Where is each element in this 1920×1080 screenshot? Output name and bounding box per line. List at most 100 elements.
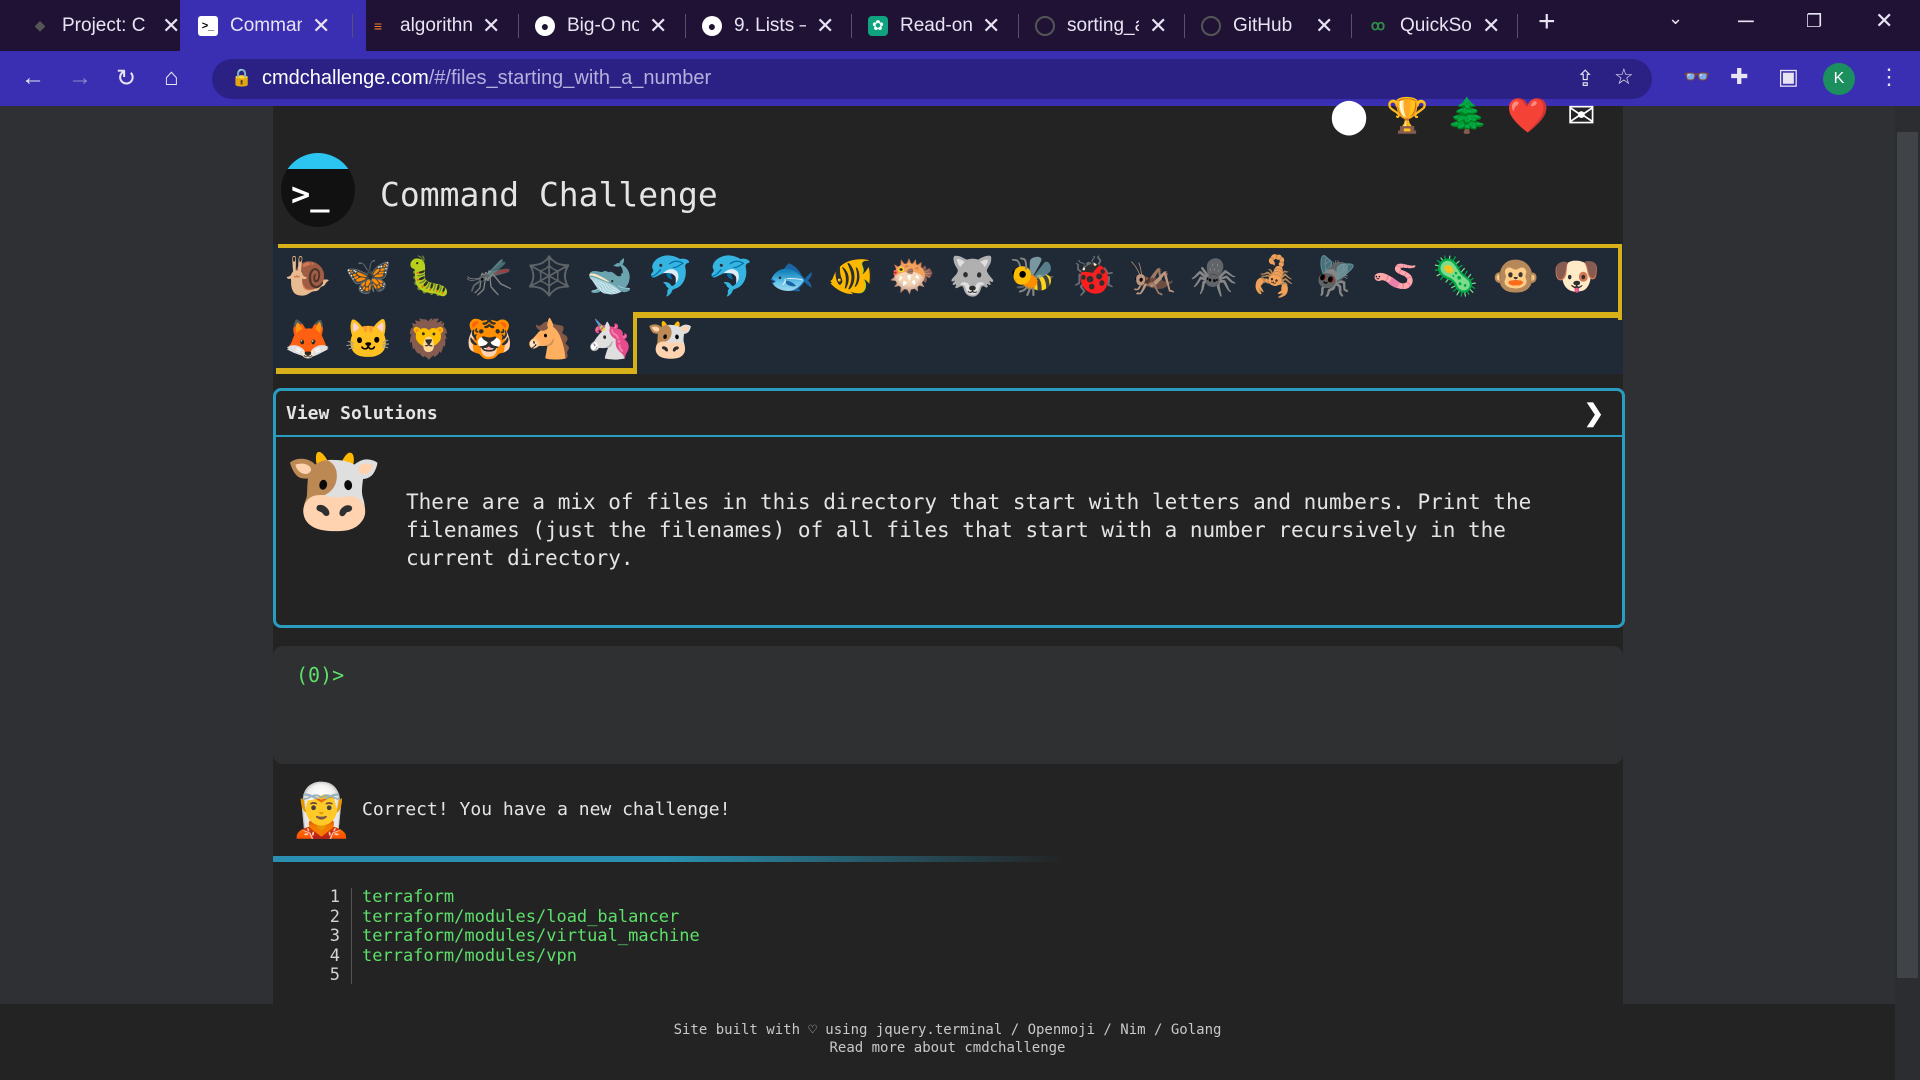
tab-search-icon[interactable]: ⌄ <box>1668 8 1683 29</box>
close-tab-icon[interactable]: ✕ <box>312 13 330 39</box>
challenge-animal-icon[interactable]: 🐬 <box>643 250 697 304</box>
tab-algorithm[interactable]: ≡ algorithn ✕ <box>368 0 501 51</box>
tab-quicksort[interactable]: ꝏ QuickSor ✕ <box>1368 0 1501 51</box>
challenge-animal-icon[interactable]: 🐯 <box>462 313 516 367</box>
challenge-animal-icon[interactable]: 🐛 <box>402 250 456 304</box>
heart-icon[interactable]: ❤️ <box>1507 96 1549 136</box>
tab-project[interactable]: ◆ Project: C ✕ <box>30 0 181 51</box>
forward-icon[interactable]: → <box>68 64 92 92</box>
header-icons: ⬤ 🏆 🌲 ❤️ ✉ <box>1330 96 1614 136</box>
challenge-animal-icon[interactable]: 🪱 <box>1368 250 1422 304</box>
tab-read-only[interactable]: ✿ Read-onl ✕ <box>868 0 1000 51</box>
close-tab-icon[interactable]: ✕ <box>162 13 180 39</box>
restore-icon[interactable]: ❐ <box>1806 11 1822 32</box>
tab-command-challenge[interactable]: >_ Comman ✕ <box>180 0 366 51</box>
close-tab-icon[interactable]: ✕ <box>649 13 667 39</box>
challenge-animal-icon[interactable]: 🦗 <box>1127 250 1181 304</box>
back-icon[interactable]: ← <box>21 64 45 92</box>
scrollbar-thumb[interactable] <box>1897 132 1918 978</box>
new-tab-button[interactable]: + <box>1538 5 1556 39</box>
close-tab-icon[interactable]: ✕ <box>816 13 834 39</box>
close-tab-icon[interactable]: ✕ <box>1315 13 1333 39</box>
terminal-prompt: (0)> <box>296 663 345 687</box>
tab-separator <box>518 14 519 38</box>
challenge-animal-icon[interactable]: 🦠 <box>1429 250 1483 304</box>
tab-separator <box>1517 14 1518 38</box>
challenge-animal-icon[interactable]: 🐺 <box>945 250 999 304</box>
extensions-puzzle-icon[interactable]: ✚ <box>1730 64 1748 90</box>
challenge-animal-icon[interactable]: 🐵 <box>1489 250 1543 304</box>
globe-icon: ● <box>702 15 722 36</box>
terminal-input[interactable]: (0)> <box>273 646 1623 764</box>
logo-prompt: >_ <box>291 175 330 213</box>
challenge-animal-icon[interactable]: 🐶 <box>1549 250 1603 304</box>
result-message: Correct! You have a new challenge! <box>362 799 731 820</box>
share-icon[interactable]: ⇪ <box>1576 66 1594 92</box>
close-tab-icon[interactable]: ✕ <box>482 13 500 39</box>
close-window-icon[interactable]: ✕ <box>1875 8 1893 34</box>
close-tab-icon[interactable]: ✕ <box>1149 13 1167 39</box>
challenge-animal-icon[interactable]: 🐞 <box>1066 250 1120 304</box>
bookmark-star-icon[interactable]: ☆ <box>1614 64 1634 90</box>
github-icon <box>1035 15 1055 36</box>
trophy-hand-icon[interactable]: 🏆 <box>1386 96 1428 136</box>
challenge-animal-icon[interactable]: 🕷️ <box>1187 250 1241 304</box>
extension-glasses-icon[interactable]: 👓 <box>1683 64 1710 90</box>
openai-icon: ✿ <box>868 15 888 36</box>
challenge-animal-icon[interactable]: 🐬 <box>704 250 758 304</box>
tab-sorting[interactable]: sorting_a ✕ <box>1035 0 1167 51</box>
challenge-animal-icon[interactable]: 🦁 <box>402 313 456 367</box>
tab-separator <box>1184 14 1185 38</box>
envelope-icon[interactable]: ✉ <box>1567 96 1596 136</box>
tab-github[interactable]: GitHub ✕ <box>1201 0 1333 51</box>
progress-outline <box>633 312 637 372</box>
side-panel-icon[interactable]: ▣ <box>1778 64 1799 90</box>
challenge-animal-icon[interactable]: 🦋 <box>341 250 395 304</box>
tab-lists[interactable]: ● 9. Lists – ✕ <box>702 0 834 51</box>
challenge-animal-icon[interactable]: 🦄 <box>583 313 637 367</box>
tab-big-o[interactable]: ● Big-O no ✕ <box>535 0 667 51</box>
view-solutions-header[interactable]: View Solutions ❯ <box>276 391 1622 437</box>
minimize-icon[interactable]: ─ <box>1738 8 1754 34</box>
address-bar[interactable]: 🔒 cmdchallenge.com/#/files_starting_with… <box>212 59 1652 99</box>
challenge-animal-icon[interactable]: 🪰 <box>1308 250 1362 304</box>
tab-separator <box>1018 14 1019 38</box>
footer-read-more-link[interactable]: Read more about cmdchallenge <box>0 1040 1895 1056</box>
close-tab-icon[interactable]: ✕ <box>982 13 1000 39</box>
chevron-right-icon[interactable]: ❯ <box>1584 399 1604 428</box>
tab-separator <box>1351 14 1352 38</box>
elf-icon: 🧝 <box>289 782 354 840</box>
challenge-animal-icon[interactable]: 🐟 <box>764 250 818 304</box>
menu-kebab-icon[interactable]: ⋮ <box>1878 64 1900 90</box>
reload-icon[interactable]: ↻ <box>116 64 136 93</box>
challenge-animal-icon[interactable]: 🦂 <box>1247 250 1301 304</box>
challenge-animal-icon[interactable]: 🐴 <box>523 313 577 367</box>
home-icon[interactable]: ⌂ <box>164 64 179 92</box>
page-footer: Site built with ♡ using jquery.terminal … <box>0 1004 1895 1080</box>
challenge-animal-icon[interactable]: 🐡 <box>885 250 939 304</box>
challenge-animal-icon[interactable]: 🐝 <box>1006 250 1060 304</box>
url-text: cmdchallenge.com/#/files_starting_with_a… <box>262 67 712 89</box>
solutions-panel: View Solutions ❯ 🐮 There are a mix of fi… <box>273 388 1625 628</box>
browser-tab-strip: ◆ Project: C ✕ >_ Comman ✕ ≡ algorithn ✕… <box>0 0 1920 51</box>
github-icon <box>1201 15 1221 36</box>
challenge-animal-icon[interactable]: 🐋 <box>583 250 637 304</box>
lock-icon[interactable]: 🔒 <box>231 68 252 88</box>
progress-outline <box>948 244 1622 248</box>
challenge-animal-icon[interactable]: 🐮 <box>643 313 697 367</box>
terminal-icon: >_ <box>198 15 218 36</box>
challenge-animal-icon[interactable]: 🦊 <box>281 313 335 367</box>
challenge-animal-icon[interactable]: 🦟 <box>462 250 516 304</box>
challenge-animal-icon[interactable]: 🐱 <box>341 313 395 367</box>
tree-icon[interactable]: 🌲 <box>1446 96 1488 136</box>
profile-avatar[interactable]: K <box>1823 63 1855 95</box>
close-tab-icon[interactable]: ✕ <box>1482 13 1500 39</box>
terminal-logo-icon[interactable]: ⬤ <box>1330 96 1368 136</box>
project-icon: ◆ <box>34 17 46 33</box>
site-logo[interactable]: >_ <box>281 153 355 227</box>
challenge-animal-icon[interactable]: 🐠 <box>825 250 879 304</box>
challenge-animal-icon[interactable]: 🕸️ <box>523 250 577 304</box>
challenge-animal-icon[interactable]: 🐌 <box>281 250 335 304</box>
stackoverflow-icon: ≡ <box>373 17 383 34</box>
page-title: Command Challenge <box>380 175 718 214</box>
